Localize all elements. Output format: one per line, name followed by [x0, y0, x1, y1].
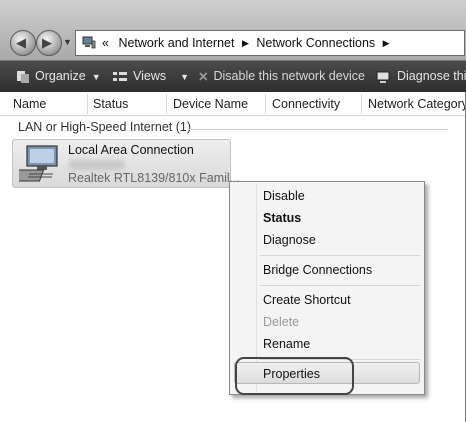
disable-device-label: Disable this network device: [213, 69, 365, 83]
disable-x-icon: ✕: [198, 70, 209, 85]
menu-item-delete: Delete: [263, 315, 300, 329]
network-folder-icon: [82, 36, 96, 49]
menu-item-disable[interactable]: Disable: [263, 189, 305, 203]
column-status[interactable]: Status: [93, 97, 128, 111]
address-field[interactable]: « Network and Internet ▶ Network Connect…: [75, 30, 465, 56]
menu-item-create-shortcut[interactable]: Create Shortcut: [263, 293, 351, 307]
connection-device: Realtek RTL8139/810x Famil...: [68, 171, 241, 185]
views-icon: [113, 71, 127, 81]
column-network-category[interactable]: Network Category: [368, 97, 466, 111]
group-header[interactable]: LAN or High-Speed Internet (1): [18, 120, 191, 134]
breadcrumb-overflow[interactable]: «: [102, 36, 109, 50]
forward-button[interactable]: ▶: [36, 30, 62, 56]
forward-arrow-icon: ▶: [42, 35, 52, 50]
breadcrumb: « Network and Internet ▶ Network Connect…: [102, 36, 394, 50]
views-chevron-icon: ▼: [180, 72, 190, 82]
column-device-name[interactable]: Device Name: [173, 97, 248, 111]
column-connectivity[interactable]: Connectivity: [272, 97, 340, 111]
group-divider: [188, 129, 448, 130]
column-headers: Name Status Device Name Connectivity Net…: [0, 92, 466, 116]
column-divider[interactable]: [166, 94, 167, 114]
breadcrumb-network-and-internet[interactable]: Network and Internet: [118, 36, 234, 50]
organize-icon: [17, 70, 29, 83]
breadcrumb-separator-icon[interactable]: ▶: [383, 38, 390, 48]
connection-status-redacted: [69, 160, 125, 170]
address-bar-area: ◀ ▶ ▼ « Network and Internet ▶ Network C…: [0, 0, 466, 60]
properties-callout-outline: [235, 357, 354, 395]
column-divider[interactable]: [265, 94, 266, 114]
back-arrow-icon: ◀: [16, 35, 26, 50]
menu-item-diagnose[interactable]: Diagnose: [263, 233, 316, 247]
column-divider[interactable]: [361, 94, 362, 114]
organize-button[interactable]: Organize ▼: [16, 69, 101, 84]
breadcrumb-network-connections[interactable]: Network Connections: [256, 36, 375, 50]
breadcrumb-separator-icon[interactable]: ▶: [242, 38, 249, 48]
network-adapter-icon: [19, 145, 58, 182]
menu-item-rename[interactable]: Rename: [263, 337, 310, 351]
connection-name: Local Area Connection: [68, 143, 194, 157]
connection-item[interactable]: Local Area Connection Realtek RTL8139/81…: [12, 139, 240, 188]
views-label: Views: [133, 69, 167, 83]
diagnose-icon: [376, 71, 390, 83]
organize-label: Organize: [35, 69, 86, 83]
organize-chevron-icon: ▼: [91, 72, 101, 82]
diagnose-button[interactable]: Diagnose this: [376, 69, 466, 84]
network-connections-window: ◀ ▶ ▼ « Network and Internet ▶ Network C…: [0, 0, 466, 422]
menu-item-status[interactable]: Status: [263, 211, 301, 225]
menu-separator: [260, 285, 420, 286]
column-name[interactable]: Name: [13, 97, 46, 111]
back-button[interactable]: ◀: [10, 30, 36, 56]
column-divider[interactable]: [87, 94, 88, 114]
recent-pages-dropdown-icon[interactable]: ▼: [63, 37, 72, 47]
views-button[interactable]: Views ▼: [112, 69, 189, 84]
diagnose-label: Diagnose this: [397, 69, 466, 83]
disable-device-button[interactable]: ✕ Disable this network device: [198, 69, 365, 84]
command-toolbar: Organize ▼ Views ▼ ✕ Disable this network d…: [0, 60, 466, 92]
menu-item-bridge-connections[interactable]: Bridge Connections: [263, 263, 372, 277]
menu-separator: [260, 255, 420, 256]
